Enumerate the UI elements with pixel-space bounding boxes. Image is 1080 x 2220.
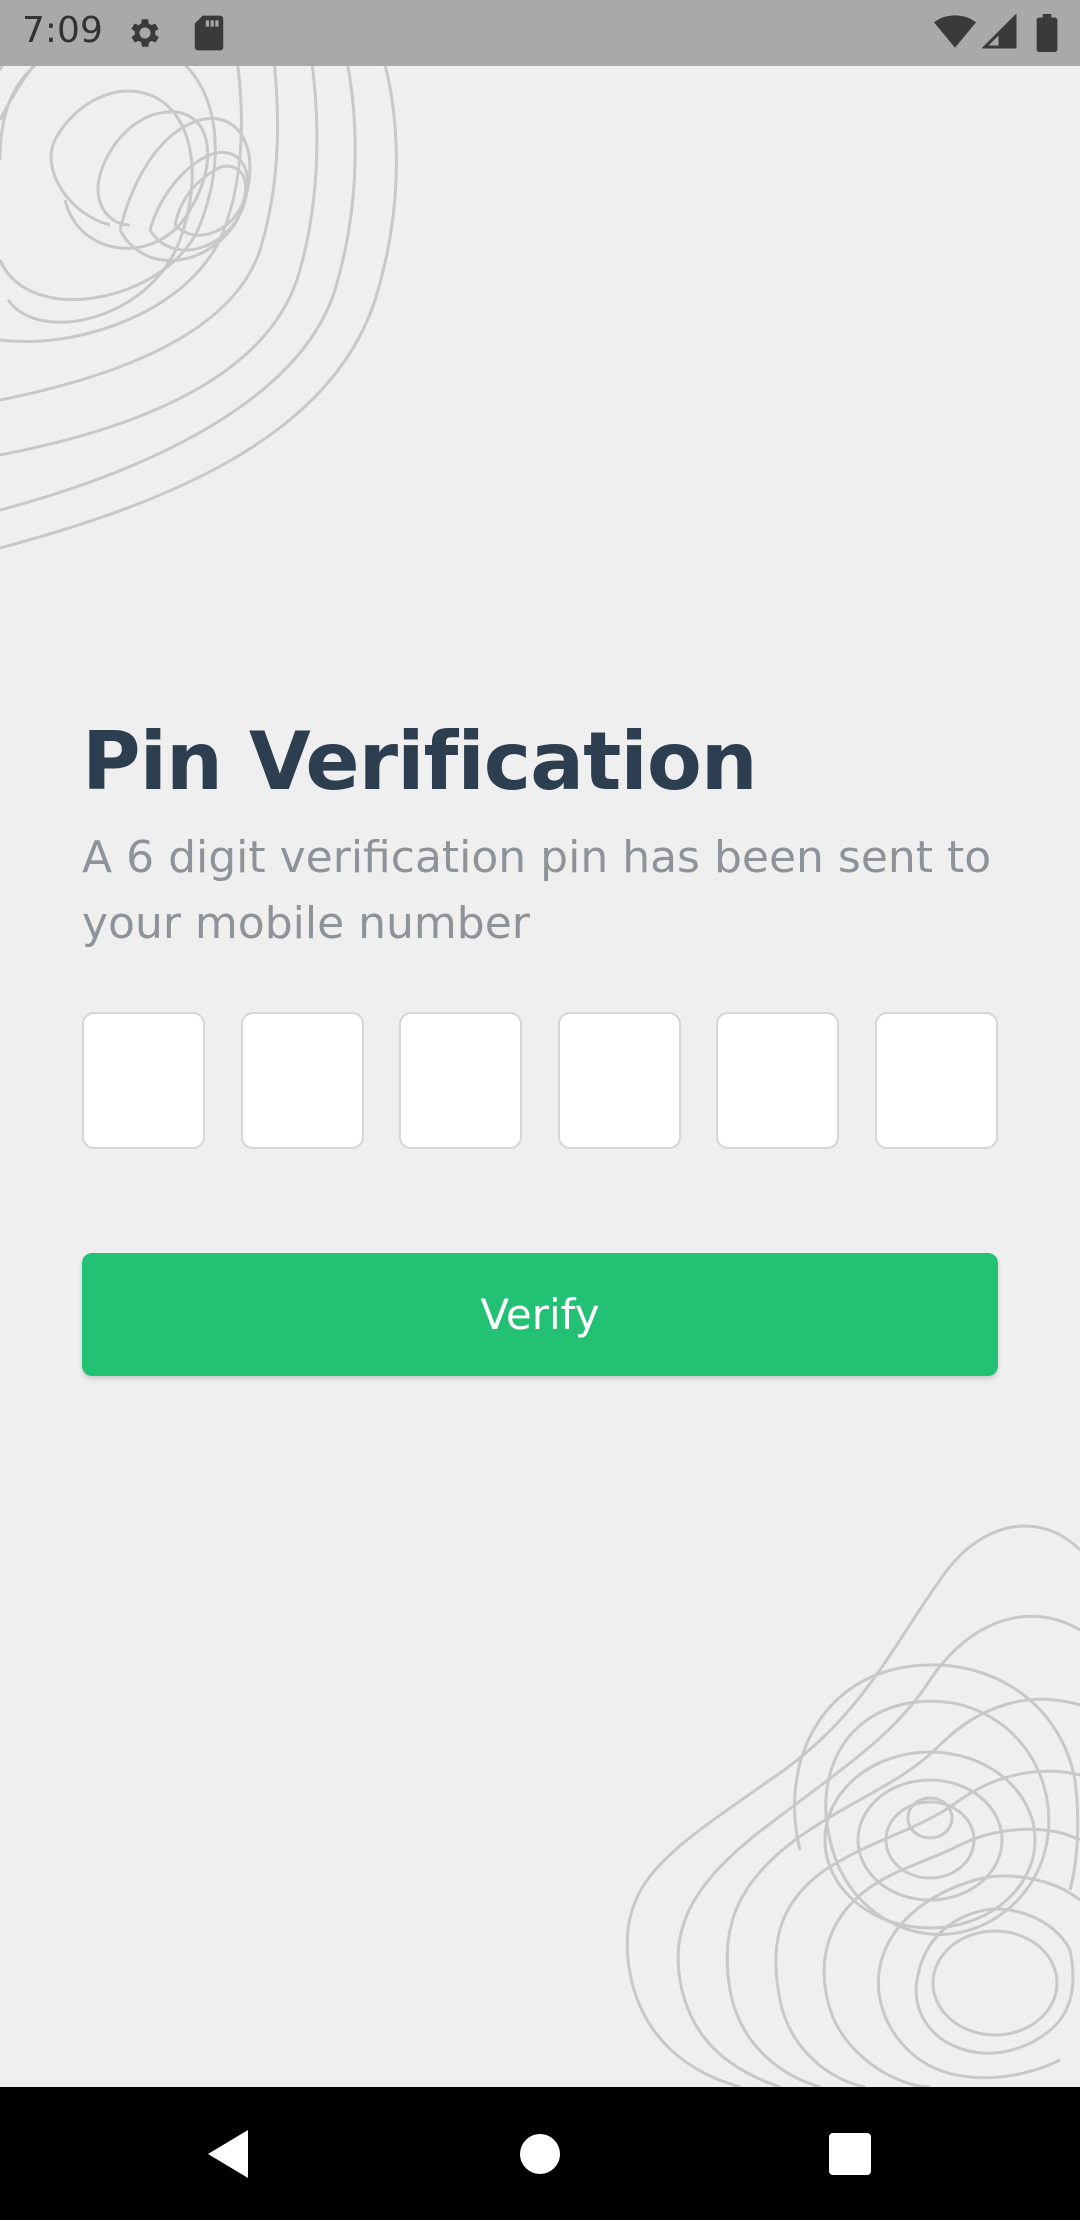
recents-icon xyxy=(829,2132,871,2175)
page-subtitle: A 6 digit verification pin has been sent… xyxy=(82,832,992,949)
topography-decoration-bottom xyxy=(625,1524,1080,2087)
signal-icon xyxy=(981,13,1018,54)
sd-card-icon xyxy=(192,14,226,56)
battery-icon xyxy=(1036,14,1058,56)
pin-digit-4[interactable] xyxy=(557,1012,681,1149)
pin-digit-2[interactable] xyxy=(240,1012,364,1149)
pin-digit-5[interactable] xyxy=(716,1012,840,1149)
status-bar: 7:09 xyxy=(0,0,1080,66)
recents-button[interactable] xyxy=(780,2087,920,2220)
pin-digit-1[interactable] xyxy=(82,1012,205,1149)
pin-verification-screen: 7:09 Pin Verification A 6 digit verifica… xyxy=(0,0,1080,2220)
pin-input-row xyxy=(82,1012,998,1149)
pin-digit-3[interactable] xyxy=(399,1012,523,1149)
status-time: 7:09 xyxy=(22,10,103,51)
topography-decoration-top xyxy=(0,0,398,550)
pin-digit-6[interactable] xyxy=(874,1012,998,1149)
navigation-bar xyxy=(0,2087,1080,2220)
wifi-icon xyxy=(934,14,976,54)
back-button[interactable] xyxy=(158,2087,298,2220)
page-title: Pin Verification xyxy=(82,715,758,808)
back-icon xyxy=(208,2129,248,2178)
gear-icon xyxy=(126,14,164,56)
home-icon xyxy=(520,2133,560,2174)
home-button[interactable] xyxy=(470,2087,610,2220)
verify-button[interactable]: Verify xyxy=(82,1253,998,1376)
